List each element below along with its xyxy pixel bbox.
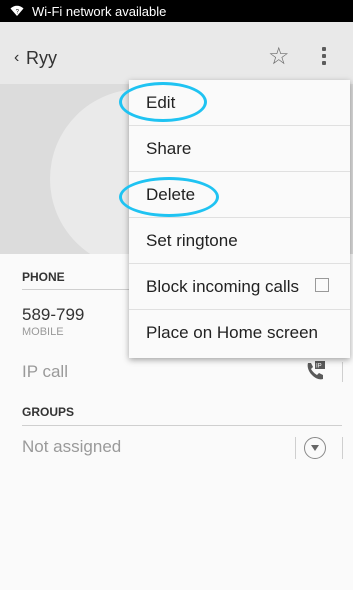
wifi-icon: ? bbox=[10, 5, 24, 16]
status-text: Wi-Fi network available bbox=[32, 3, 167, 19]
menu-item-place-on-home-screen[interactable]: Place on Home screen bbox=[129, 310, 350, 356]
divider bbox=[295, 437, 296, 459]
menu-item-label: Place on Home screen bbox=[146, 323, 318, 342]
back-icon[interactable]: ‹ bbox=[14, 49, 19, 67]
svg-text:IP: IP bbox=[316, 364, 322, 370]
highlight-ellipse-edit bbox=[119, 82, 207, 122]
phone-type: MOBILE bbox=[22, 326, 64, 338]
ip-call-icon[interactable]: IP bbox=[304, 360, 326, 382]
divider bbox=[342, 437, 343, 459]
menu-item-label: Set ringtone bbox=[146, 230, 238, 250]
divider bbox=[22, 425, 342, 426]
divider bbox=[342, 362, 343, 382]
menu-item-label: Share bbox=[146, 138, 192, 158]
phone-section-label: PHONE bbox=[22, 270, 65, 284]
ip-call-label[interactable]: IP call bbox=[22, 362, 68, 382]
menu-item-share[interactable]: Share bbox=[129, 126, 350, 172]
phone-number[interactable]: 589-799 bbox=[22, 305, 84, 325]
star-icon[interactable]: ☆ bbox=[268, 42, 290, 71]
block-calls-checkbox[interactable] bbox=[315, 278, 329, 292]
contact-name[interactable]: Ryy bbox=[26, 48, 57, 69]
status-bar: ? Wi-Fi network available bbox=[0, 0, 353, 22]
groups-section-label: GROUPS bbox=[22, 405, 75, 419]
menu-item-set-ringtone[interactable]: Set ringtone bbox=[129, 218, 350, 264]
chevron-down-icon[interactable] bbox=[304, 437, 326, 459]
menu-item-label: Block incoming calls bbox=[146, 276, 300, 296]
menu-item-block-incoming-calls[interactable]: Block incoming calls bbox=[129, 264, 350, 310]
groups-value[interactable]: Not assigned bbox=[22, 437, 121, 457]
app-bar: ‹ Ryy ☆ bbox=[0, 22, 353, 85]
overflow-menu-icon[interactable] bbox=[322, 44, 326, 68]
highlight-ellipse-delete bbox=[119, 177, 219, 217]
